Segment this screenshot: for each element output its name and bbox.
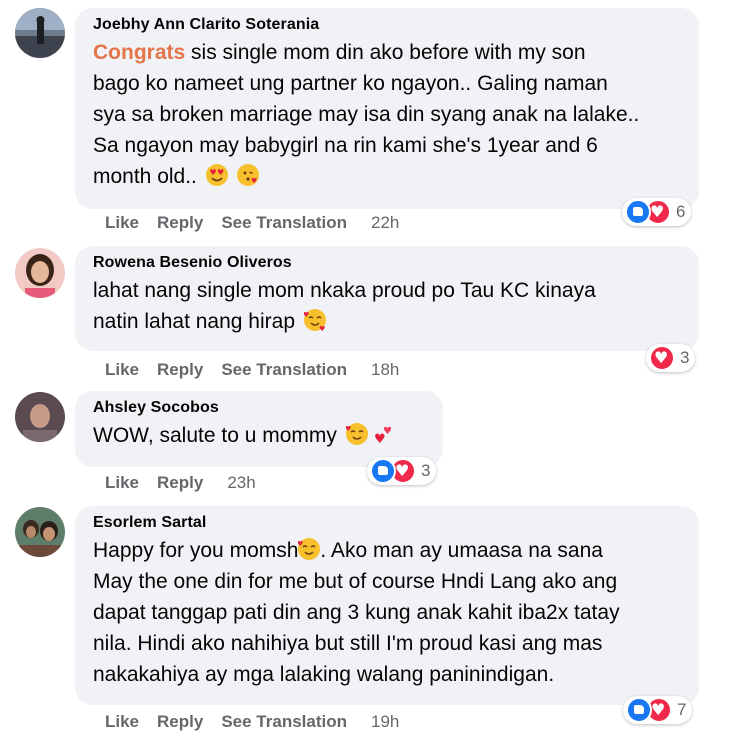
smiling-hearts-emoji: ♥ xyxy=(345,423,368,445)
smiling-hearts-emoji: ♥ xyxy=(297,538,321,560)
comment-author[interactable]: Esorlem Sartal xyxy=(93,513,683,533)
avatar[interactable] xyxy=(15,248,65,298)
comment-bubble: Ahsley Socobos WOW, salute to u mommy ♥ … xyxy=(75,391,443,467)
comment-timestamp[interactable]: 18h xyxy=(371,360,399,380)
reply-button[interactable]: Reply xyxy=(157,473,203,493)
comment-text: Congrats sis single mom din ako before w… xyxy=(93,41,640,188)
like-reaction-icon xyxy=(625,199,651,225)
two-hearts-emoji: ♥ ♥ xyxy=(374,423,396,447)
comment-bubble: Joebhy Ann Clarito Soterania Congrats si… xyxy=(75,8,699,209)
comment-bubble: Rowena Besenio Oliveros lahat nang singl… xyxy=(75,246,699,351)
see-translation-link[interactable]: See Translation xyxy=(221,213,347,233)
comment-author[interactable]: Ahsley Socobos xyxy=(93,398,427,418)
see-translation-link[interactable]: See Translation xyxy=(221,712,347,732)
see-translation-link[interactable]: See Translation xyxy=(221,360,347,380)
reaction-count: 3 xyxy=(421,461,431,480)
svg-text:♥: ♥ xyxy=(298,540,303,548)
reaction-summary[interactable]: 6 xyxy=(622,198,692,226)
comment-timestamp[interactable]: 19h xyxy=(371,712,399,732)
smiling-hearts-emoji: ♥ ♥ xyxy=(303,309,326,333)
comment-actions: Like Reply 23h xyxy=(105,473,274,493)
svg-text:♥: ♥ xyxy=(304,311,309,319)
comment-timestamp[interactable]: 23h xyxy=(227,473,255,493)
reaction-summary[interactable]: 3 xyxy=(367,457,437,485)
comment-text: Happy for you momsh ♥ . Ako man ay umaas… xyxy=(93,538,620,686)
like-reaction-icon xyxy=(370,458,396,484)
like-button[interactable]: Like xyxy=(105,473,139,493)
like-button[interactable]: Like xyxy=(105,712,139,732)
comment-text: WOW, salute to u mommy ♥ ♥ ♥ xyxy=(93,420,427,451)
avatar[interactable] xyxy=(15,392,65,442)
svg-text:♥: ♥ xyxy=(383,426,392,437)
comment-text: lahat nang single mom nkaka proud po Tau… xyxy=(93,279,596,333)
reaction-summary[interactable]: 3 xyxy=(646,344,696,372)
love-reaction-icon xyxy=(649,345,675,371)
reply-button[interactable]: Reply xyxy=(157,213,203,233)
like-button[interactable]: Like xyxy=(105,213,139,233)
reaction-count: 3 xyxy=(680,348,690,367)
avatar[interactable] xyxy=(15,507,65,557)
svg-text:♥: ♥ xyxy=(319,325,325,331)
comment-actions: Like Reply See Translation 22h xyxy=(105,213,417,233)
reaction-count: 6 xyxy=(676,202,686,221)
comment-actions: Like Reply See Translation 18h xyxy=(105,360,417,380)
heart-eyes-emoji: ♥ ♥ xyxy=(205,164,228,186)
svg-text:♥: ♥ xyxy=(209,168,216,177)
reply-button[interactable]: Reply xyxy=(157,360,203,380)
kiss-emoji: ♥ xyxy=(236,164,259,186)
comment-bubble: Esorlem Sartal Happy for you momsh ♥ . A… xyxy=(75,506,699,705)
svg-text:♥: ♥ xyxy=(217,168,224,177)
reply-button[interactable]: Reply xyxy=(157,712,203,732)
comment-author[interactable]: Joebhy Ann Clarito Soterania xyxy=(93,15,683,35)
reaction-summary[interactable]: 7 xyxy=(623,696,693,724)
tagged-user[interactable]: Congrats xyxy=(93,41,185,64)
svg-text:♥: ♥ xyxy=(346,425,351,433)
avatar[interactable] xyxy=(15,8,65,58)
like-button[interactable]: Like xyxy=(105,360,139,380)
like-reaction-icon xyxy=(626,697,652,723)
svg-text:♥: ♥ xyxy=(251,177,257,185)
comment-author[interactable]: Rowena Besenio Oliveros xyxy=(93,253,683,273)
reaction-count: 7 xyxy=(677,700,687,719)
comment-actions: Like Reply See Translation 19h xyxy=(105,712,417,732)
comment-timestamp[interactable]: 22h xyxy=(371,213,399,233)
